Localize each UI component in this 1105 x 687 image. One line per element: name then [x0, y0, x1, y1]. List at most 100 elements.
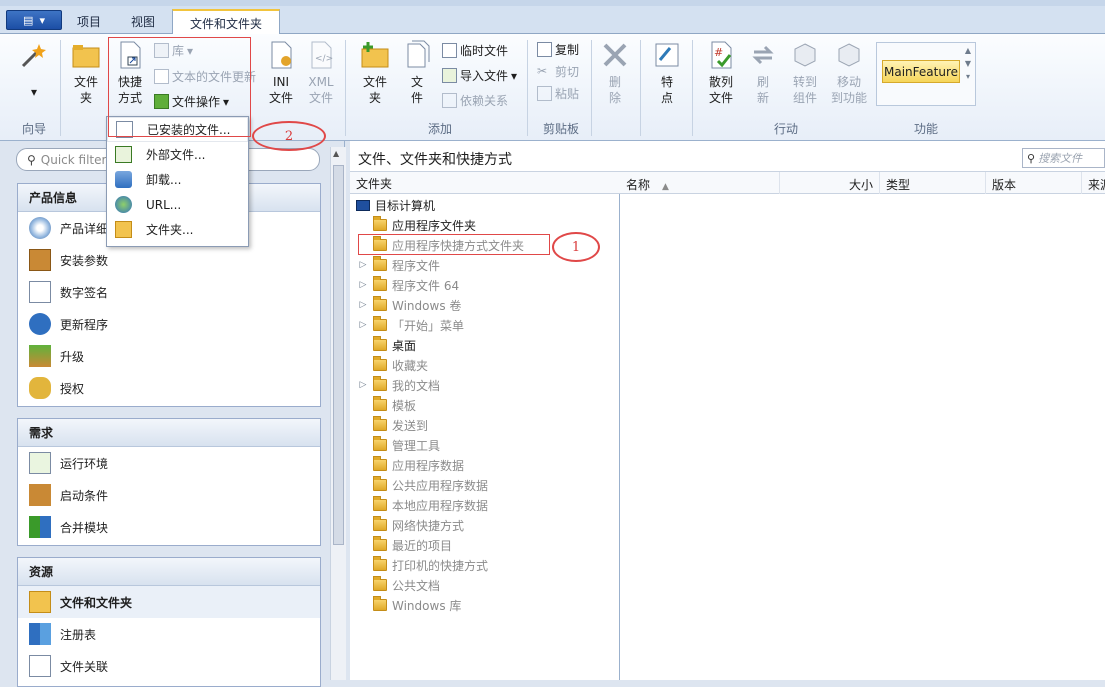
new-folder-button[interactable]: 文件 夹 — [68, 40, 104, 106]
tree-item[interactable]: ▷ 程序文件 — [358, 255, 440, 275]
tree-item[interactable]: 应用程序数据 — [358, 455, 464, 475]
tab-view[interactable]: 视图 — [120, 9, 166, 34]
expand-arrow-icon[interactable]: ▷ — [358, 280, 368, 290]
dependency-button[interactable]: 依赖关系 — [442, 92, 508, 109]
tree-item[interactable]: Windows 库 — [358, 595, 461, 615]
nav-registry[interactable]: 注册表 — [18, 618, 320, 650]
nav-label: 安装参数 — [60, 253, 109, 268]
tab-files-folders[interactable]: 文件和文件夹 — [172, 9, 280, 35]
expand-arrow-icon[interactable]: ▷ — [358, 260, 368, 270]
nav-label: 文件和文件夹 — [60, 595, 133, 610]
magic-wand-icon — [19, 40, 49, 70]
expand-arrow-icon[interactable]: ▷ — [358, 300, 368, 310]
menu-label: 文件夹... — [146, 223, 194, 237]
nav-file-associations[interactable]: 文件关联 — [18, 650, 320, 682]
nav-launch-conditions[interactable]: 启动条件 — [18, 479, 320, 511]
nav-runtime[interactable]: 运行环境 — [18, 447, 320, 479]
group-features: 功能 — [913, 122, 938, 136]
goto-component-button[interactable]: 转到 组件 — [786, 40, 824, 106]
move-to-feature-button[interactable]: 移动 到功能 — [826, 40, 872, 106]
properties-button[interactable]: 特 点 — [650, 40, 684, 106]
add-folder-button[interactable]: 文件 夹 — [358, 40, 392, 106]
nav-label: 升级 — [60, 349, 85, 364]
tree-item[interactable]: 桌面 — [358, 335, 416, 355]
app-menu-button[interactable]: ▤ ▾ — [6, 10, 62, 30]
tab-project[interactable]: 项目 — [66, 9, 112, 34]
gallery-scroll-arrows[interactable]: ▲ ▼ ▾ — [962, 44, 974, 104]
tree-column-header[interactable]: 文件夹 — [350, 172, 620, 194]
menu-uninstall[interactable]: 卸载... — [107, 167, 248, 192]
svg-text:</>: </> — [315, 54, 333, 64]
scrollbar-thumb[interactable] — [333, 165, 344, 545]
tree-item[interactable]: ▷ 我的文档 — [358, 375, 440, 395]
menu-url[interactable]: URL... — [107, 192, 248, 217]
add-folder-label: 文件 夹 — [362, 75, 387, 105]
temp-file-button[interactable]: 临时文件 — [442, 42, 508, 59]
folder-icon — [373, 476, 387, 491]
menu-external-file[interactable]: 外部文件... — [107, 142, 248, 167]
panel-header[interactable]: 需求 — [18, 419, 320, 447]
tree-item[interactable]: 公共文档 — [358, 575, 440, 595]
scroll-up-arrow[interactable]: ▲ — [333, 149, 339, 158]
expand-arrow-icon[interactable]: ▷ — [358, 380, 368, 390]
import-file-button[interactable]: 导入文件 ▾ — [442, 67, 517, 84]
cut-label: 剪切 — [555, 65, 580, 79]
nav-digital-signature[interactable]: 数字签名 — [18, 276, 320, 308]
nav-files-folders[interactable]: 文件和文件夹 — [18, 586, 320, 618]
feature-selected[interactable]: MainFeature — [882, 60, 960, 83]
tree-item[interactable]: 发送到 — [358, 415, 428, 435]
tree-label: 打印机的快捷方式 — [392, 558, 489, 573]
copy-button[interactable]: 复制 — [537, 41, 579, 58]
tree-item[interactable]: 公共应用程序数据 — [358, 475, 488, 495]
tree-item[interactable]: ▷ Windows 卷 — [358, 295, 461, 315]
tree-root[interactable]: 目标计算机 — [356, 195, 435, 215]
delete-button[interactable]: 删 除 — [598, 40, 632, 106]
tree-item[interactable]: 本地应用程序数据 — [358, 495, 488, 515]
col-type[interactable]: 类型 — [880, 172, 986, 194]
tree-item[interactable]: 收藏夹 — [358, 355, 428, 375]
divider — [60, 40, 61, 136]
nav-merge-modules[interactable]: 合并模块 — [18, 511, 320, 543]
folder-icon — [373, 436, 387, 451]
tree-item[interactable]: ▷ 「开始」菜单 — [358, 315, 464, 335]
paste-button[interactable]: 粘贴 — [537, 85, 579, 102]
tree-item[interactable]: 模板 — [358, 395, 416, 415]
folder-icon — [373, 216, 387, 231]
tree-item[interactable]: 最近的项目 — [358, 535, 452, 555]
delete-x-icon — [600, 40, 630, 70]
search-icon: ⚲ — [1027, 151, 1036, 165]
col-source[interactable]: 来源 — [1082, 172, 1105, 194]
tree-label: 本地应用程序数据 — [392, 498, 489, 513]
nav-license[interactable]: 授权 — [18, 372, 320, 404]
expand-arrow-icon[interactable]: ▷ — [358, 320, 368, 330]
folder-icon — [373, 596, 387, 611]
quick-filter-placeholder: Quick filter — [40, 152, 107, 167]
tree-item[interactable]: 管理工具 — [358, 435, 440, 455]
nav-label: 启动条件 — [60, 488, 109, 503]
col-size[interactable]: 大小 — [780, 172, 880, 194]
tree-item[interactable]: ▷ 程序文件 64 — [358, 275, 459, 295]
folder-icon — [373, 416, 387, 431]
tree-label: 我的文档 — [392, 378, 441, 393]
ini-file-button[interactable]: INI 文件 — [264, 40, 298, 106]
tree-item[interactable]: 应用程序文件夹 — [358, 215, 476, 235]
wizard-button[interactable]: ▾ — [16, 40, 52, 100]
package-icon — [29, 249, 51, 271]
col-name[interactable]: 名称 ▲ — [620, 172, 780, 194]
add-file-button[interactable]: 文 件 — [400, 40, 434, 106]
cut-button[interactable]: ✂ 剪切 — [537, 63, 579, 80]
nav-updater[interactable]: 更新程序 — [18, 308, 320, 340]
xml-file-button[interactable]: </> XML 文件 — [304, 40, 338, 106]
nav-upgrade[interactable]: 升级 — [18, 340, 320, 372]
hash-file-button[interactable]: # 散列 文件 — [702, 40, 740, 106]
file-search-input[interactable]: ⚲ 搜索文件 — [1022, 148, 1105, 168]
tree-item[interactable]: 网络快捷方式 — [358, 515, 464, 535]
tree-item[interactable]: 打印机的快捷方式 — [358, 555, 488, 575]
col-version[interactable]: 版本 — [986, 172, 1082, 194]
menu-folder[interactable]: 文件夹... — [107, 217, 248, 242]
left-pane-scrollbar[interactable]: ▲ — [330, 147, 346, 680]
nav-install-params[interactable]: 安装参数 — [18, 244, 320, 276]
refresh-button[interactable]: 刷 新 — [746, 40, 780, 106]
panel-header[interactable]: 资源 — [18, 558, 320, 586]
folder-icon — [373, 496, 387, 511]
